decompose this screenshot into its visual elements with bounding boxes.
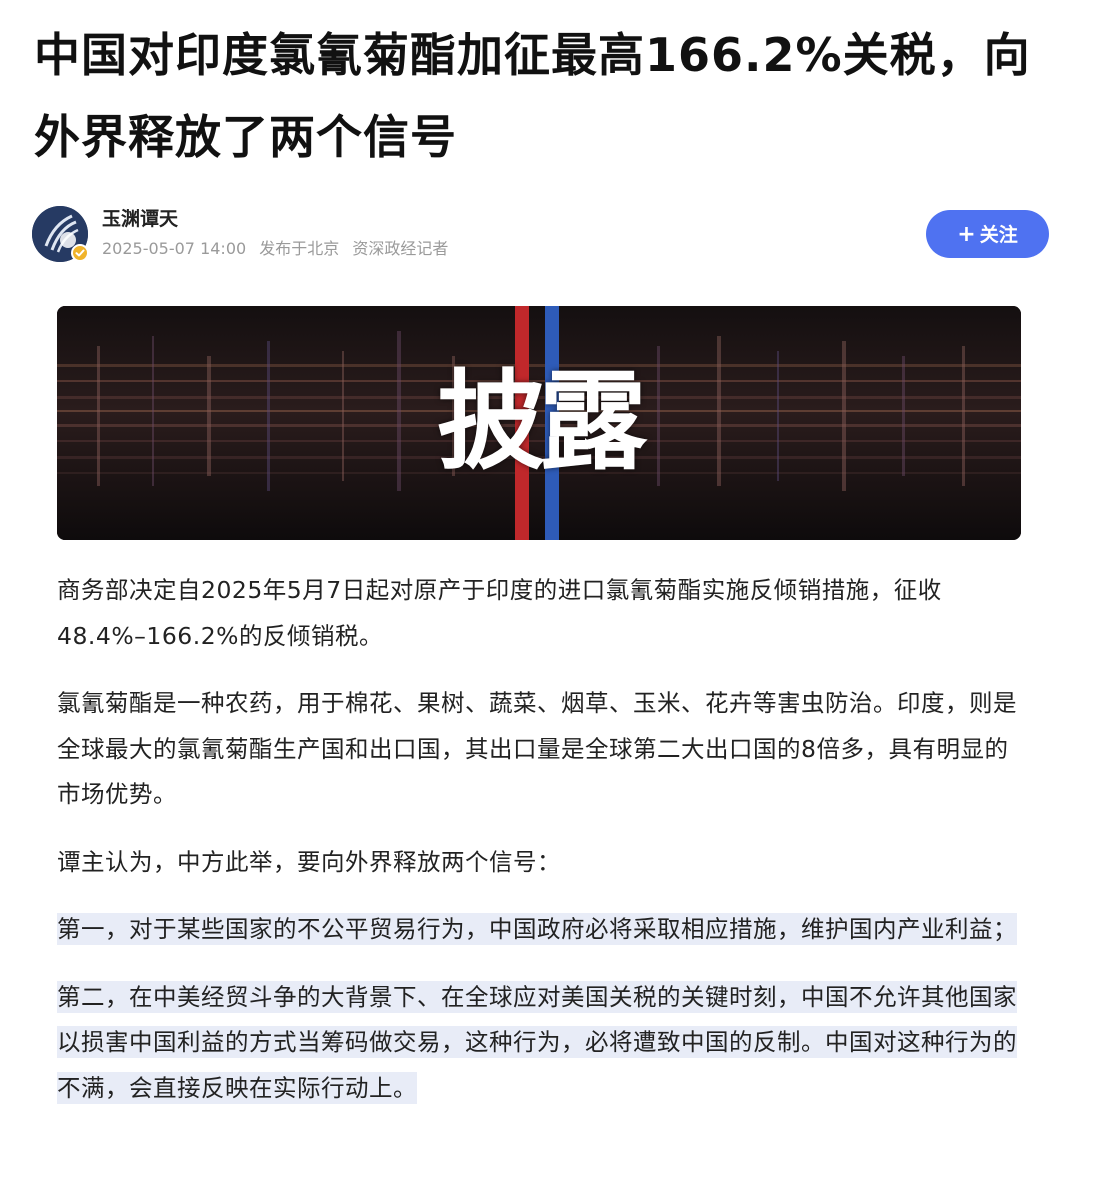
- article: 中国对印度氯氰菊酯加征最高166.2%关税，向外界释放了两个信号 玉渊谭天 20…: [0, 0, 1114, 1200]
- paragraph: 商务部决定自2025年5月7日起对原产于印度的进口氯氰菊酯实施反倾销措施，征收4…: [57, 576, 942, 650]
- paragraph: 氯氰菊酯是一种农药，用于棉花、果树、蔬菜、烟草、玉米、花卉等害虫防治。印度，则是…: [57, 689, 1017, 808]
- banner-title: 披露: [436, 360, 647, 485]
- article-body: 商务部决定自2025年5月7日起对原产于印度的进口氯氰菊酯实施反倾销措施，征收4…: [57, 568, 1027, 1133]
- verified-check-icon: [71, 244, 89, 262]
- follow-label: 关注: [979, 224, 1018, 246]
- plus-icon: +: [957, 222, 976, 247]
- author-meta: 2025-05-07 14:00 发布于北京 资深政经记者: [102, 237, 456, 261]
- follow-button[interactable]: + 关注: [926, 210, 1049, 258]
- banner-image: 披露: [57, 306, 1021, 540]
- paragraph-highlighted: 第一，对于某些国家的不公平贸易行为，中国政府必将采取相应措施，维护国内产业利益；: [57, 907, 1027, 953]
- author-name[interactable]: 玉渊谭天: [102, 206, 178, 232]
- highlighted-text: 第一，对于某些国家的不公平贸易行为，中国政府必将采取相应措施，维护国内产业利益；: [57, 913, 1017, 945]
- author-tag: 资深政经记者: [352, 239, 449, 258]
- page-title: 中国对印度氯氰菊酯加征最高166.2%关税，向外界释放了两个信号: [34, 28, 1031, 164]
- paragraph-highlighted: 第二，在中美经贸斗争的大背景下、在全球应对美国关税的关键时刻，中国不允许其他国家…: [57, 975, 1027, 1112]
- highlighted-text: 第二，在中美经贸斗争的大背景下、在全球应对美国关税的关键时刻，中国不允许其他国家…: [57, 980, 1017, 1104]
- publish-date: 2025-05-07 14:00: [102, 239, 247, 258]
- publish-location: 发布于北京: [259, 239, 340, 258]
- paragraph: 谭主认为，中方此举，要向外界释放两个信号：: [57, 847, 561, 876]
- author-row: 玉渊谭天 2025-05-07 14:00 发布于北京 资深政经记者 + 关注: [32, 204, 1052, 268]
